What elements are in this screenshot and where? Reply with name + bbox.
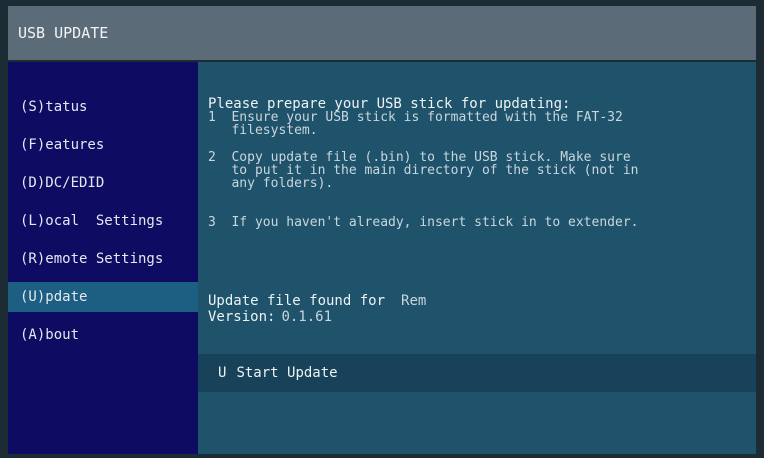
title-bar: USB UPDATE — [8, 6, 756, 60]
step-text: any folders). — [231, 176, 334, 191]
sidebar-menu: (S)tatus (F)eatures (D)DC/EDID (L)ocal S… — [8, 62, 198, 454]
start-update-button[interactable]: U Start Update — [198, 354, 756, 392]
step-number: 3 — [208, 215, 216, 230]
version-value: 0.1.61 — [281, 309, 333, 325]
step-text: If you haven't already, insert stick in … — [231, 215, 639, 230]
window-title: USB UPDATE — [18, 24, 109, 42]
start-update-label: U Start Update — [218, 365, 338, 381]
update-found-label: Update file found for — [208, 293, 386, 309]
sidebar-item-update[interactable]: (U)pdate — [8, 282, 198, 312]
sidebar-item-status[interactable]: (S)tatus — [8, 92, 198, 122]
update-found-line: Update file found for Rem — [208, 294, 426, 308]
sidebar-item-remote-settings[interactable]: (R)emote Settings — [8, 244, 198, 274]
version-label: Version: — [208, 309, 276, 325]
usb-update-screen: USB UPDATE (S)tatus (F)eatures (D)DC/EDI… — [0, 0, 764, 458]
main-content: Please prepare your USB stick for updati… — [198, 62, 756, 454]
sidebar-item-features[interactable]: (F)eatures — [8, 130, 198, 160]
instruction-step: filesystem. — [208, 123, 318, 138]
instruction-step: any folders). — [208, 177, 333, 190]
instruction-step: 3 If you haven't already, insert stick i… — [208, 216, 638, 229]
sidebar-item-local-settings[interactable]: (L)ocal Settings — [8, 206, 198, 236]
step-text: filesystem. — [231, 123, 318, 138]
sidebar-item-about[interactable]: (A)bout — [8, 320, 198, 350]
version-line: Version: 0.1.61 — [208, 310, 332, 324]
sidebar-item-ddc-edid[interactable]: (D)DC/EDID — [8, 168, 198, 198]
start-update-hotkey: U — [218, 365, 227, 381]
start-update-text: Start Update — [236, 365, 338, 381]
update-found-target: Rem — [401, 293, 427, 309]
